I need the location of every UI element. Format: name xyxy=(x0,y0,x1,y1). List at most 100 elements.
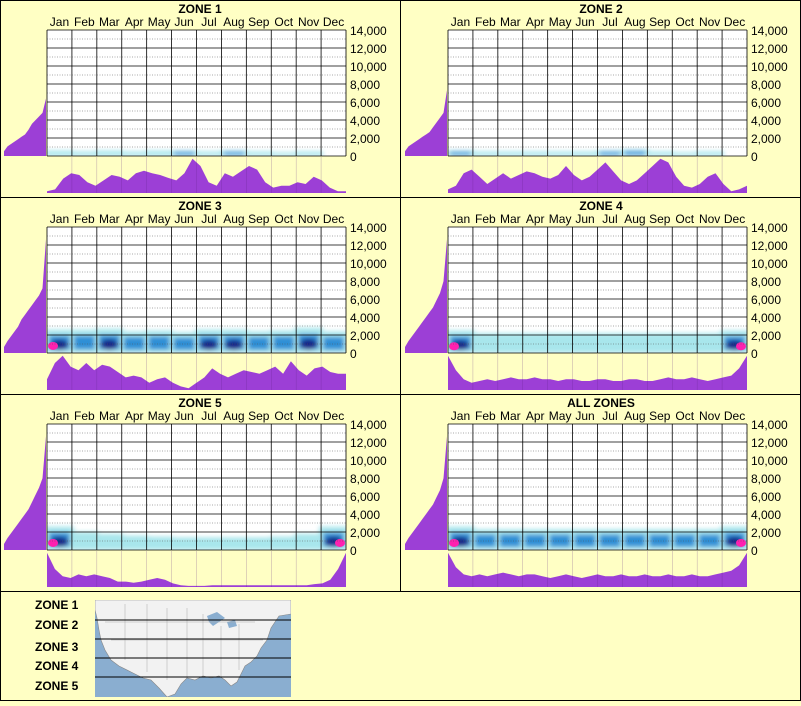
density-band-feb xyxy=(470,333,500,353)
x-tick-label-jan: Jan xyxy=(50,409,69,423)
x-tick-label-aug: Aug xyxy=(223,212,244,226)
chart-title: ZONE 3 xyxy=(178,199,222,213)
x-tick-label-dec: Dec xyxy=(724,409,745,423)
x-tick-label-oct: Oct xyxy=(675,15,694,29)
y-tick-label-12-000: 12,000 xyxy=(350,42,387,56)
x-tick-label-apr: Apr xyxy=(125,15,144,29)
y-tick-label-2-000: 2,000 xyxy=(751,329,781,343)
y-tick-label-6-000: 6,000 xyxy=(350,96,380,110)
y-tick-label-4-000: 4,000 xyxy=(350,311,380,325)
x-tick-label-jun: Jun xyxy=(575,409,594,423)
density-band-sep xyxy=(645,151,675,156)
density-band-may xyxy=(545,151,575,156)
x-tick-label-oct: Oct xyxy=(274,15,293,29)
x-tick-label-oct: Oct xyxy=(274,212,293,226)
chart-panel-zone-5: ZONE 5 Jan Feb Mar Apr May Jun Jul Aug Sep Oct Nov D… xyxy=(4,396,387,587)
legend-zone-4-label: ZONE 4 xyxy=(35,659,79,673)
y-tick-label-10-000: 10,000 xyxy=(350,454,387,468)
y-tick-label-10-000: 10,000 xyxy=(350,60,387,74)
x-tick-label-oct: Oct xyxy=(675,409,694,423)
density-band-apr xyxy=(520,333,550,353)
density-band-apr xyxy=(119,151,149,156)
zone-charts-figure: ZONE 1 Jan Feb Mar Apr May Jun Jul Aug Sep Oct Nov D… xyxy=(0,0,801,701)
x-tick-label-jan: Jan xyxy=(451,15,470,29)
x-tick-label-aug: Aug xyxy=(223,409,244,423)
density-band-nov xyxy=(294,151,324,156)
y-tick-label-8-000: 8,000 xyxy=(350,472,380,486)
x-tick-label-mar: Mar xyxy=(99,212,120,226)
y-tick-label-6-000: 6,000 xyxy=(751,96,781,110)
density-band-oct xyxy=(269,536,299,550)
x-tick-label-nov: Nov xyxy=(699,409,720,423)
density-band-mar xyxy=(495,333,525,353)
y-tick-label-6-000: 6,000 xyxy=(350,490,380,504)
density-band-jun xyxy=(570,151,600,156)
density-peak-dec xyxy=(736,342,746,351)
density-core-aug xyxy=(624,534,646,547)
elevation-profile-area xyxy=(4,436,46,550)
x-tick-label-may: May xyxy=(549,212,572,226)
density-band-nov xyxy=(695,151,725,156)
y-tick-label-14-000: 14,000 xyxy=(751,24,788,38)
density-core-mar xyxy=(499,534,521,547)
y-tick-label-2-000: 2,000 xyxy=(350,526,380,540)
y-tick-label-0: 0 xyxy=(350,150,357,164)
y-tick-label-8-000: 8,000 xyxy=(751,472,781,486)
density-core-jun xyxy=(173,151,195,156)
x-tick-label-mar: Mar xyxy=(99,15,120,29)
chart-title: ALL ZONES xyxy=(567,396,635,410)
y-tick-label-2-000: 2,000 xyxy=(350,329,380,343)
elevation-profile-area xyxy=(405,436,447,550)
x-tick-label-may: May xyxy=(148,409,171,423)
y-tick-label-6-000: 6,000 xyxy=(350,293,380,307)
legend-zone-1-label: ZONE 1 xyxy=(35,598,79,612)
chart-panel-zone-4: ZONE 4 Jan Feb Mar Apr May Jun Jul Aug Sep Oct Nov D… xyxy=(405,199,788,390)
y-tick-label-0: 0 xyxy=(751,347,758,361)
density-peak-jan xyxy=(449,342,459,351)
x-tick-label-may: May xyxy=(148,212,171,226)
density-band-may xyxy=(144,536,174,550)
x-tick-label-dec: Dec xyxy=(323,212,344,226)
x-tick-label-feb: Feb xyxy=(475,212,496,226)
y-tick-label-10-000: 10,000 xyxy=(350,257,387,271)
chart-panel-zone-1: ZONE 1 Jan Feb Mar Apr May Jun Jul Aug Sep Oct Nov D… xyxy=(4,2,387,193)
x-tick-label-aug: Aug xyxy=(624,15,645,29)
chart-title: ZONE 5 xyxy=(178,396,222,410)
y-tick-label-12-000: 12,000 xyxy=(350,239,387,253)
y-tick-label-12-000: 12,000 xyxy=(751,436,788,450)
density-core-nov xyxy=(699,534,721,547)
elevation-profile-area xyxy=(4,239,46,353)
x-tick-label-apr: Apr xyxy=(526,409,545,423)
x-tick-label-apr: Apr xyxy=(125,409,144,423)
density-core-may xyxy=(549,534,571,547)
zone-charts-grid: ZONE 1Jan Feb Mar Apr May Jun Jul Aug Sep Oct Nov D… xyxy=(0,0,801,701)
density-band-feb xyxy=(69,151,99,156)
y-tick-label-14-000: 14,000 xyxy=(751,418,788,432)
density-band-jul xyxy=(194,151,224,156)
x-tick-label-may: May xyxy=(549,409,572,423)
density-core-apr xyxy=(524,534,546,547)
y-tick-label-6-000: 6,000 xyxy=(751,293,781,307)
density-core-feb xyxy=(474,534,496,547)
y-tick-label-2-000: 2,000 xyxy=(751,132,781,146)
chart-panel-zone-3: ZONE 3 Jan Feb Mar Apr May Jun Jul Aug Sep Oct Nov D… xyxy=(4,199,387,390)
x-tick-label-jun: Jun xyxy=(174,409,193,423)
x-tick-label-jul: Jul xyxy=(602,409,617,423)
x-tick-label-jan: Jan xyxy=(50,15,69,29)
density-core-jun xyxy=(574,534,596,547)
density-peak-dec xyxy=(335,538,345,547)
density-band-sep xyxy=(645,333,675,353)
x-tick-label-jul: Jul xyxy=(602,212,617,226)
x-tick-label-feb: Feb xyxy=(475,409,496,423)
x-tick-label-dec: Dec xyxy=(724,212,745,226)
legend-zone-5-label: ZONE 5 xyxy=(35,679,79,693)
x-tick-label-jan: Jan xyxy=(451,409,470,423)
x-tick-label-may: May xyxy=(549,15,572,29)
x-tick-label-mar: Mar xyxy=(99,409,120,423)
density-band-apr xyxy=(520,151,550,156)
y-tick-label-4-000: 4,000 xyxy=(751,508,781,522)
x-tick-label-sep: Sep xyxy=(649,212,671,226)
density-band-sep xyxy=(244,537,274,550)
x-tick-label-feb: Feb xyxy=(74,212,95,226)
x-tick-label-oct: Oct xyxy=(274,409,293,423)
